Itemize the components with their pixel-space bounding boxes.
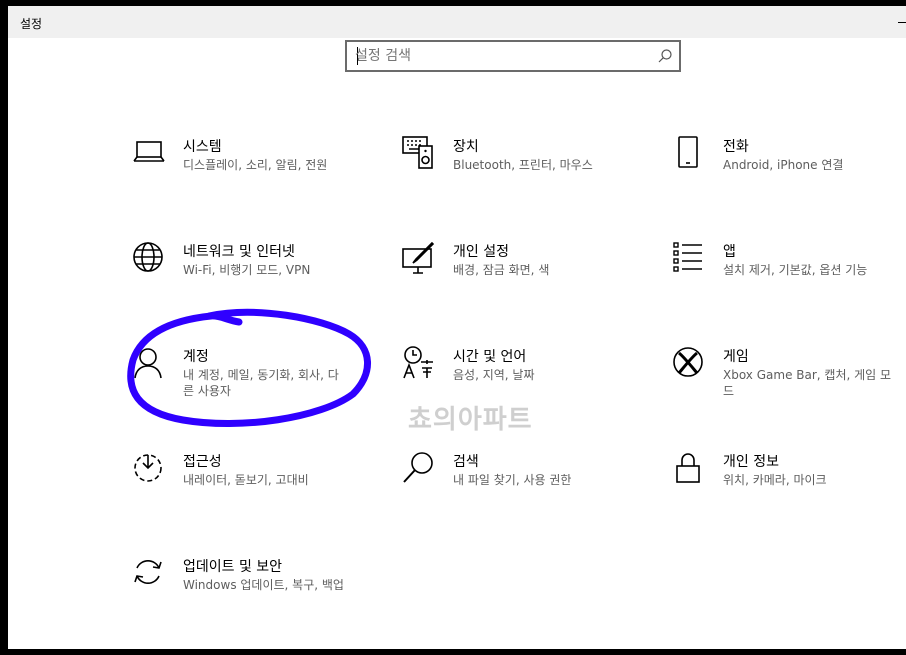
time-language-icon xyxy=(402,346,436,380)
tile-accounts[interactable]: 계정 내 계정, 메일, 동기화, 회사, 다른 사용자 xyxy=(132,346,362,416)
tile-title: 검색 xyxy=(453,454,479,470)
tile-apps[interactable]: 앱 설치 제거, 기본값, 옵션 기능 xyxy=(672,241,902,311)
tile-privacy[interactable]: 개인 정보 위치, 카메라, 마이크 xyxy=(672,451,902,521)
tile-description: 설치 제거, 기본값, 옵션 기능 xyxy=(723,263,868,277)
settings-window: 설정 시스템 디스플레이, 소리, 알림, 전원 장치 Bluetooth, 프… xyxy=(8,6,906,649)
tile-title: 시간 및 언어 xyxy=(453,349,527,365)
tile-title: 시스템 xyxy=(183,139,222,155)
phone-icon xyxy=(672,136,706,170)
watermark-text: 쵸의아파트 xyxy=(408,405,533,435)
tile-title: 장치 xyxy=(453,139,479,155)
search-box[interactable] xyxy=(345,40,681,72)
tile-description: Bluetooth, 프린터, 마우스 xyxy=(453,158,593,172)
tile-gaming[interactable]: 게임 Xbox Game Bar, 캡처, 게임 모드 xyxy=(672,346,902,416)
window-title: 설정 xyxy=(20,17,43,31)
tile-title: 개인 설정 xyxy=(453,244,509,260)
tile-description: Xbox Game Bar, 캡처, 게임 모드 xyxy=(723,368,892,398)
tile-title: 네트워크 및 인터넷 xyxy=(183,244,295,260)
search-icon[interactable] xyxy=(657,48,673,64)
tile-update-security[interactable]: 업데이트 및 보안 Windows 업데이트, 복구, 백업 xyxy=(132,556,362,626)
tile-ease-of-access[interactable]: 접근성 내레이터, 돋보기, 고대비 xyxy=(132,451,362,521)
tile-system[interactable]: 시스템 디스플레이, 소리, 알림, 전원 xyxy=(132,136,362,206)
tile-network[interactable]: 네트워크 및 인터넷 Wi-Fi, 비행기 모드, VPN xyxy=(132,241,362,311)
search-icon xyxy=(402,451,436,485)
tile-title: 개인 정보 xyxy=(723,454,779,470)
tile-title: 게임 xyxy=(723,349,749,365)
ease-of-access-icon xyxy=(132,451,166,485)
tile-title: 전화 xyxy=(723,139,749,155)
tile-title: 접근성 xyxy=(183,454,222,470)
lock-icon xyxy=(672,451,706,485)
tile-description: 위치, 카메라, 마이크 xyxy=(723,473,827,487)
apps-icon xyxy=(672,241,706,275)
xbox-icon xyxy=(672,346,706,380)
person-icon xyxy=(132,346,166,380)
tile-description: 내 파일 찾기, 사용 권한 xyxy=(453,473,572,487)
tile-search[interactable]: 검색 내 파일 찾기, 사용 권한 xyxy=(402,451,632,521)
tile-description: Windows 업데이트, 복구, 백업 xyxy=(183,578,344,592)
personalization-icon xyxy=(402,241,436,275)
tile-description: Wi-Fi, 비행기 모드, VPN xyxy=(183,263,311,277)
update-icon xyxy=(132,556,166,590)
tile-title: 앱 xyxy=(723,244,736,260)
tile-description: 내레이터, 돋보기, 고대비 xyxy=(183,473,309,487)
tile-title: 업데이트 및 보안 xyxy=(183,559,283,575)
title-bar: 설정 xyxy=(8,6,906,38)
tile-description: Android, iPhone 연결 xyxy=(723,158,844,172)
globe-icon xyxy=(132,241,166,275)
minimize-button[interactable] xyxy=(896,6,906,38)
tile-title: 계정 xyxy=(183,349,209,365)
tile-personalization[interactable]: 개인 설정 배경, 잠금 화면, 색 xyxy=(402,241,632,311)
tile-description: 내 계정, 메일, 동기화, 회사, 다른 사용자 xyxy=(183,368,339,398)
tile-description: 디스플레이, 소리, 알림, 전원 xyxy=(183,158,328,172)
tile-devices[interactable]: 장치 Bluetooth, 프린터, 마우스 xyxy=(402,136,632,206)
tile-description: 음성, 지역, 날짜 xyxy=(453,368,535,382)
tile-phone[interactable]: 전화 Android, iPhone 연결 xyxy=(672,136,902,206)
laptop-icon xyxy=(132,136,166,170)
search-input[interactable] xyxy=(355,44,645,68)
devices-icon xyxy=(402,136,436,170)
tile-description: 배경, 잠금 화면, 색 xyxy=(453,263,550,277)
